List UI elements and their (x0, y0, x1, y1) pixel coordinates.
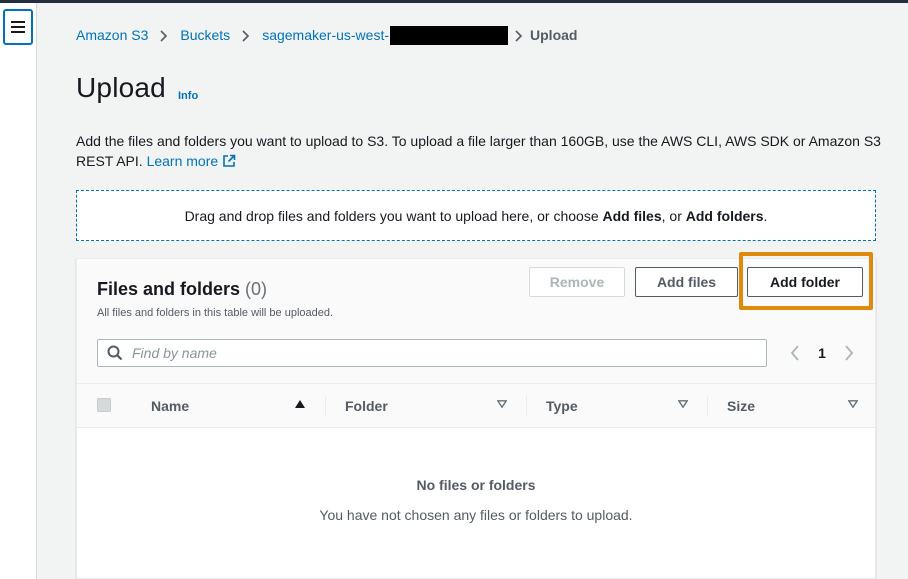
next-page-button[interactable] (837, 341, 861, 365)
page-title: Upload (76, 72, 166, 103)
column-divider[interactable] (707, 396, 708, 416)
search-icon (98, 345, 132, 361)
learn-more-link[interactable]: Learn more (147, 153, 237, 169)
search-input[interactable] (132, 341, 766, 365)
add-folder-button[interactable]: Add folder (747, 267, 863, 297)
column-header-name[interactable]: Name (151, 398, 189, 414)
caret-down-icon[interactable] (848, 400, 858, 408)
side-navigation-rail (0, 3, 37, 579)
breadcrumb-amazon-s3[interactable]: Amazon S3 (76, 27, 148, 43)
previous-page-button[interactable] (783, 341, 807, 365)
redacted-bucket-suffix (390, 25, 509, 45)
dropzone-middle: , or (661, 207, 686, 224)
dropzone-text: Drag and drop files and folders you want… (185, 208, 768, 224)
current-page-number[interactable]: 1 (807, 345, 837, 361)
chevron-left-icon (790, 345, 799, 361)
column-header-size[interactable]: Size (727, 398, 755, 414)
column-header-type[interactable]: Type (546, 398, 578, 414)
dropzone-prefix: Drag and drop files and folders you want… (184, 207, 603, 224)
chevron-right-icon (230, 27, 262, 43)
hamburger-icon (11, 21, 25, 33)
empty-state-title: No files or folders (416, 477, 536, 493)
caret-down-icon[interactable] (678, 400, 688, 408)
chevron-right-icon (148, 27, 180, 43)
menu-button[interactable] (3, 9, 33, 45)
add-files-button[interactable]: Add files (635, 267, 738, 297)
panel-subtitle: All files and folders in this table will… (97, 307, 334, 319)
search-box (97, 339, 767, 367)
page-description: Add the files and folders you want to up… (76, 131, 886, 171)
empty-state-description: You have not chosen any files or folders… (319, 507, 633, 523)
dropzone-add-files: Add files (602, 207, 662, 224)
panel-item-count: (0) (245, 279, 268, 299)
column-divider[interactable] (526, 396, 527, 416)
caret-down-icon[interactable] (497, 400, 507, 408)
info-link[interactable]: Info (178, 90, 198, 102)
chevron-right-icon (508, 27, 530, 43)
column-header-folder[interactable]: Folder (345, 398, 388, 414)
panel-title: Files and folders (0) (97, 279, 267, 300)
breadcrumb: Amazon S3 Buckets sagemaker-us-west- Upl… (76, 25, 578, 45)
panel-title-text: Files and folders (97, 279, 241, 299)
upload-dropzone[interactable]: Drag and drop files and folders you want… (76, 190, 876, 241)
dropzone-add-folders: Add folders (685, 207, 764, 224)
remove-button[interactable]: Remove (529, 267, 625, 297)
pagination: 1 (783, 341, 861, 365)
dropzone-suffix: . (763, 207, 768, 224)
top-bar (0, 0, 908, 3)
table-header: Name Folder Type Size (77, 383, 875, 428)
learn-more-label: Learn more (146, 153, 219, 169)
select-all-checkbox[interactable] (97, 398, 111, 412)
breadcrumb-current: Upload (530, 27, 578, 43)
breadcrumb-bucket-name[interactable]: sagemaker-us-west- (262, 27, 389, 43)
breadcrumb-buckets[interactable]: Buckets (180, 27, 230, 43)
chevron-right-icon (845, 345, 854, 361)
column-divider[interactable] (325, 396, 326, 416)
files-and-folders-panel: Files and folders (0) All files and folde… (76, 252, 876, 579)
external-link-icon (223, 154, 236, 167)
caret-up-icon[interactable] (295, 400, 305, 408)
